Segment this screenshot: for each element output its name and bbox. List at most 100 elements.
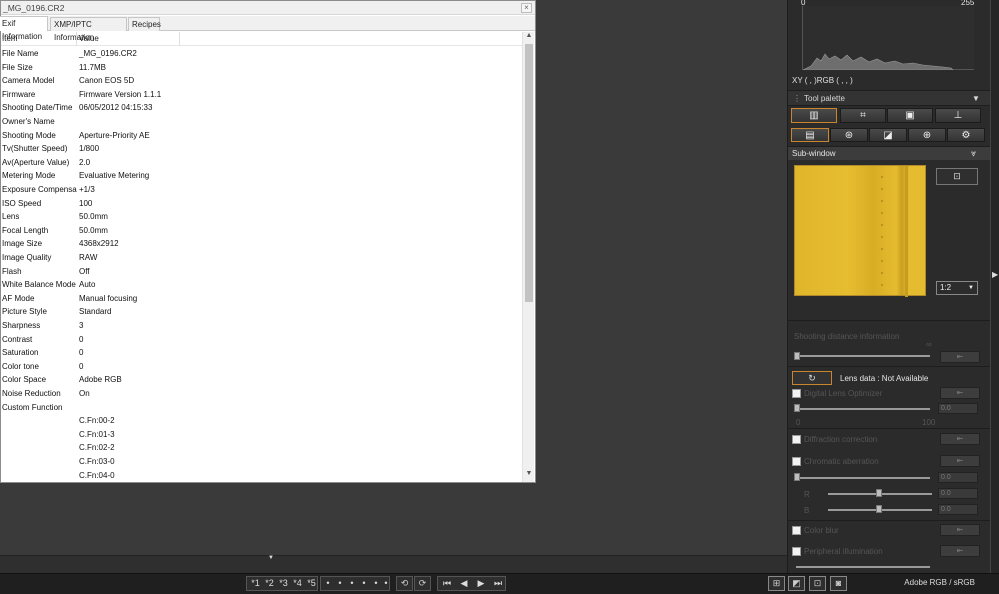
color-blur-checkbox[interactable] [792, 526, 801, 535]
tab-xmp-iptc-information[interactable]: XMP/IPTC Information [50, 17, 127, 42]
table-row[interactable]: Noise Reduction On [1, 387, 522, 401]
table-row[interactable]: C.Fn:04-0 [1, 469, 522, 482]
tab-color[interactable]: ⊕ [908, 128, 946, 142]
check-mark-button[interactable]: • [323, 577, 333, 590]
table-row[interactable]: File Size 11.7MB [1, 61, 522, 75]
table-row[interactable]: Flash Off [1, 265, 522, 279]
r-slider-knob[interactable] [876, 489, 882, 497]
color-blur-reset-button[interactable]: ⇤ [940, 524, 980, 536]
tab-crop[interactable]: ⌗ [840, 108, 886, 123]
tab-recipes[interactable]: Recipes [128, 17, 161, 31]
rotate-right-button[interactable]: ⟳ [414, 576, 431, 591]
chromatic-slider-track[interactable] [796, 477, 930, 479]
table-row[interactable]: Exposure Compensati...+1/3 [1, 183, 522, 197]
subwindow-header[interactable]: Sub-window ⩔ [788, 146, 991, 160]
table-row[interactable]: Av(Aperture Value) 2.0 [1, 156, 522, 170]
image-preview[interactable] [794, 165, 926, 297]
dlo-reset-button[interactable]: ⇤ [940, 387, 980, 399]
next-image-icon[interactable]: ▶ [473, 577, 489, 590]
scrollbar-thumb[interactable] [525, 44, 533, 302]
dlo-checkbox[interactable] [792, 389, 801, 398]
table-row[interactable]: AF Mode Manual focusing [1, 292, 522, 306]
tab-exif-information[interactable]: Exif Information [0, 16, 48, 41]
check-mark-button[interactable]: • [335, 577, 345, 590]
dlo-slider-knob[interactable] [794, 404, 800, 412]
tab-curve[interactable]: ◪ [869, 128, 907, 142]
table-row[interactable]: Focal Length 50.0mm [1, 224, 522, 238]
zoom-select[interactable]: 1:2 ▼ [936, 281, 978, 295]
prev-image-icon[interactable]: ◀ [456, 577, 472, 590]
collapse-icon[interactable]: ⩔ [971, 148, 976, 159]
distance-slider-track[interactable] [796, 355, 930, 357]
dlo-slider-track[interactable] [796, 408, 930, 410]
tool-palette-header[interactable]: ⋮ Tool palette ▼ [788, 90, 991, 106]
dropdown-arrow-icon[interactable]: ▼ [972, 94, 980, 103]
table-row[interactable]: Camera Model Canon EOS 5D [1, 74, 522, 88]
close-button[interactable]: × [521, 3, 532, 13]
distance-reset-button[interactable]: ⇤ [940, 351, 980, 363]
scroll-down-icon[interactable]: ▼ [523, 470, 535, 480]
table-row[interactable]: Metering Mode Evaluative Metering [1, 169, 522, 183]
rating-5-button[interactable]: *5 [305, 577, 318, 590]
table-row[interactable]: Custom Function [1, 401, 522, 415]
table-row[interactable]: Sharpness 3 [1, 319, 522, 333]
distance-slider-knob[interactable] [794, 352, 800, 360]
check-mark-button[interactable]: • [371, 577, 381, 590]
b-value[interactable]: 0.0 [938, 504, 978, 515]
refresh-lens-button[interactable]: ↻ [792, 371, 832, 385]
grip-icon[interactable]: ⋮ [793, 94, 801, 103]
rating-4-button[interactable]: *4 [291, 577, 304, 590]
table-row[interactable]: Color Space Adobe RGB [1, 373, 522, 387]
check-mark-button[interactable]: • [381, 577, 391, 590]
table-row[interactable]: Picture Style Standard [1, 305, 522, 319]
chromatic-reset-button[interactable]: ⇤ [940, 455, 980, 467]
table-row[interactable]: Shooting Date/Time 06/05/2012 04:15:33 [1, 101, 522, 115]
b-slider-knob[interactable] [876, 505, 882, 513]
table-row[interactable]: Image Quality RAW [1, 251, 522, 265]
chromatic-checkbox[interactable] [792, 457, 801, 466]
filmstrip-handle-icon[interactable]: ▼ [268, 555, 274, 561]
tab-settings[interactable]: ⚙ [947, 128, 985, 142]
vertical-scrollbar[interactable]: ▲ ▼ [522, 32, 534, 482]
table-row[interactable]: Tv(Shutter Speed) 1/800 [1, 142, 522, 156]
column-header-item[interactable]: Item [2, 32, 18, 46]
table-row[interactable]: Shooting Mode Aperture-Priority AE [1, 129, 522, 143]
peripheral-checkbox[interactable] [792, 547, 801, 556]
chromatic-value[interactable]: 0.0 [938, 472, 978, 483]
tab-tone[interactable]: ▤ [791, 128, 829, 142]
r-value[interactable]: 0.0 [938, 488, 978, 499]
rotate-left-button[interactable]: ⟲ [396, 576, 413, 591]
check-mark-button[interactable]: • [359, 577, 369, 590]
scroll-up-icon[interactable]: ▲ [523, 32, 535, 42]
layout-single-button[interactable]: ⊞ [768, 576, 785, 591]
expand-arrow-icon[interactable]: ▶ [992, 270, 998, 279]
table-row[interactable]: ISO Speed 100 [1, 197, 522, 211]
check-mark-button[interactable]: • [347, 577, 357, 590]
last-image-icon[interactable]: ⏭ [490, 577, 506, 590]
table-row[interactable]: Saturation 0 [1, 346, 522, 360]
column-divider[interactable] [76, 32, 77, 46]
first-image-icon[interactable]: ⏮ [439, 577, 455, 590]
tab-stamp[interactable]: ▣ [887, 108, 933, 123]
peripheral-slider-track[interactable] [796, 566, 930, 568]
table-row[interactable]: Lens 50.0mm [1, 210, 522, 224]
table-row[interactable]: Contrast 0 [1, 333, 522, 347]
column-header-value[interactable]: Value [79, 32, 99, 46]
table-row[interactable]: Firmware Firmware Version 1.1.1 [1, 88, 522, 102]
table-row[interactable]: C.Fn:00-2 [1, 414, 522, 428]
dlo-value[interactable]: 0.0 [938, 403, 978, 414]
tab-export[interactable]: ⊥ [935, 108, 981, 123]
table-row[interactable]: Owner's Name [1, 115, 522, 129]
af-point-button[interactable]: ⊡ [809, 576, 826, 591]
fit-view-button[interactable]: ⊡ [936, 168, 978, 185]
rating-2-button[interactable]: *2 [263, 577, 276, 590]
layout-split-button[interactable]: ◩ [788, 576, 805, 591]
camera-button[interactable]: ◙ [830, 576, 847, 591]
table-row[interactable]: File Name _MG_0196.CR2 [1, 47, 522, 61]
rating-1-button[interactable]: *1 [249, 577, 262, 590]
table-row[interactable]: White Balance Mode Auto [1, 278, 522, 292]
rating-3-button[interactable]: *3 [277, 577, 290, 590]
peripheral-reset-button[interactable]: ⇤ [940, 545, 980, 557]
diffraction-reset-button[interactable]: ⇤ [940, 433, 980, 445]
table-row[interactable]: C.Fn:01-3 [1, 428, 522, 442]
